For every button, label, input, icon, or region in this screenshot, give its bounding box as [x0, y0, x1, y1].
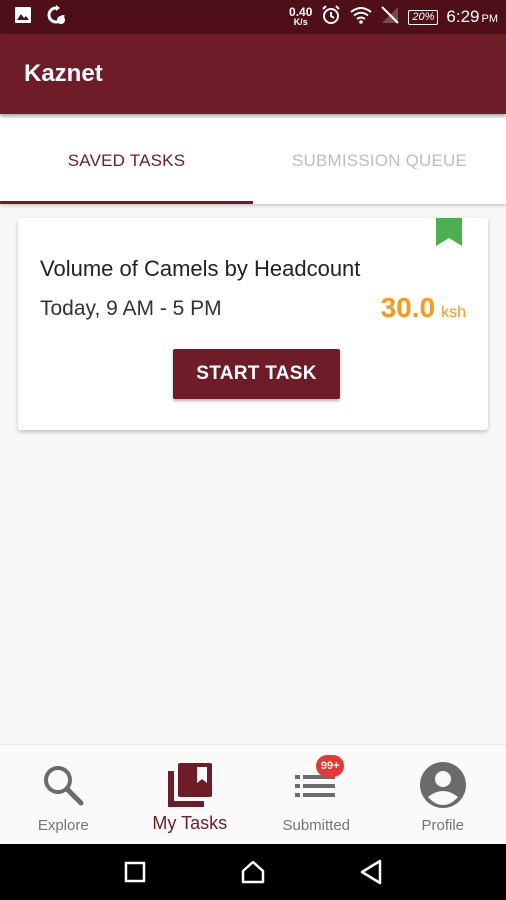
task-time: Today, 9 AM - 5 PM	[40, 297, 222, 320]
back-button[interactable]	[351, 852, 391, 892]
screen: 0.40 K/s 20% 6:29 PM Kaznet SAVED TASKS S…	[0, 0, 506, 900]
battery-indicator: 20%	[408, 9, 439, 25]
nav-submitted[interactable]: 99+ Submitted	[253, 745, 380, 844]
app-title: Kaznet	[24, 60, 103, 87]
task-title: Volume of Camels by Headcount	[40, 256, 361, 281]
search-icon	[35, 761, 91, 809]
recents-button[interactable]	[115, 852, 155, 892]
home-button[interactable]	[233, 852, 273, 892]
start-task-button[interactable]: START TASK	[173, 349, 340, 399]
tab-submission-queue[interactable]: SUBMISSION QUEUE	[253, 118, 506, 204]
back-icon	[360, 859, 382, 885]
wifi-icon	[350, 6, 372, 29]
nav-profile[interactable]: Profile	[380, 745, 506, 844]
gallery-icon	[14, 6, 32, 29]
library-icon	[162, 761, 218, 809]
nav-explore[interactable]: Explore	[0, 745, 127, 844]
bottom-nav: Explore My Tasks 99+ Submitted Profile	[0, 744, 506, 844]
list-icon: 99+	[288, 755, 345, 809]
recents-icon	[124, 861, 146, 883]
nav-label-explore: Explore	[37, 817, 89, 834]
task-reward: 30.0 ksh	[381, 292, 466, 324]
nav-my-tasks[interactable]: My Tasks	[127, 745, 254, 844]
task-card[interactable]: Volume of Camels by Headcount Today, 9 A…	[18, 218, 488, 430]
no-signal-icon	[380, 5, 400, 30]
app-bar: Kaznet	[0, 34, 506, 114]
account-circle-icon	[415, 761, 471, 809]
nav-label-submitted: Submitted	[282, 817, 351, 834]
tab-bar: SAVED TASKS SUBMISSION QUEUE	[0, 118, 506, 204]
status-bar: 0.40 K/s 20% 6:29 PM	[0, 0, 506, 34]
nav-label-my-tasks: My Tasks	[152, 813, 228, 833]
bookmark-icon[interactable]	[436, 218, 462, 246]
home-icon	[241, 860, 265, 884]
tab-saved-tasks[interactable]: SAVED TASKS	[0, 118, 253, 204]
nav-label-profile: Profile	[421, 817, 465, 834]
sync-icon	[46, 4, 66, 30]
reward-amount: 30.0	[380, 292, 436, 323]
network-speed: 0.40 K/s	[289, 5, 313, 27]
system-nav-bar	[0, 844, 506, 900]
status-time: 6:29 PM	[446, 7, 498, 26]
reward-currency: ksh	[441, 304, 466, 321]
notification-badge: 99+	[316, 755, 345, 777]
alarm-icon	[320, 4, 342, 31]
